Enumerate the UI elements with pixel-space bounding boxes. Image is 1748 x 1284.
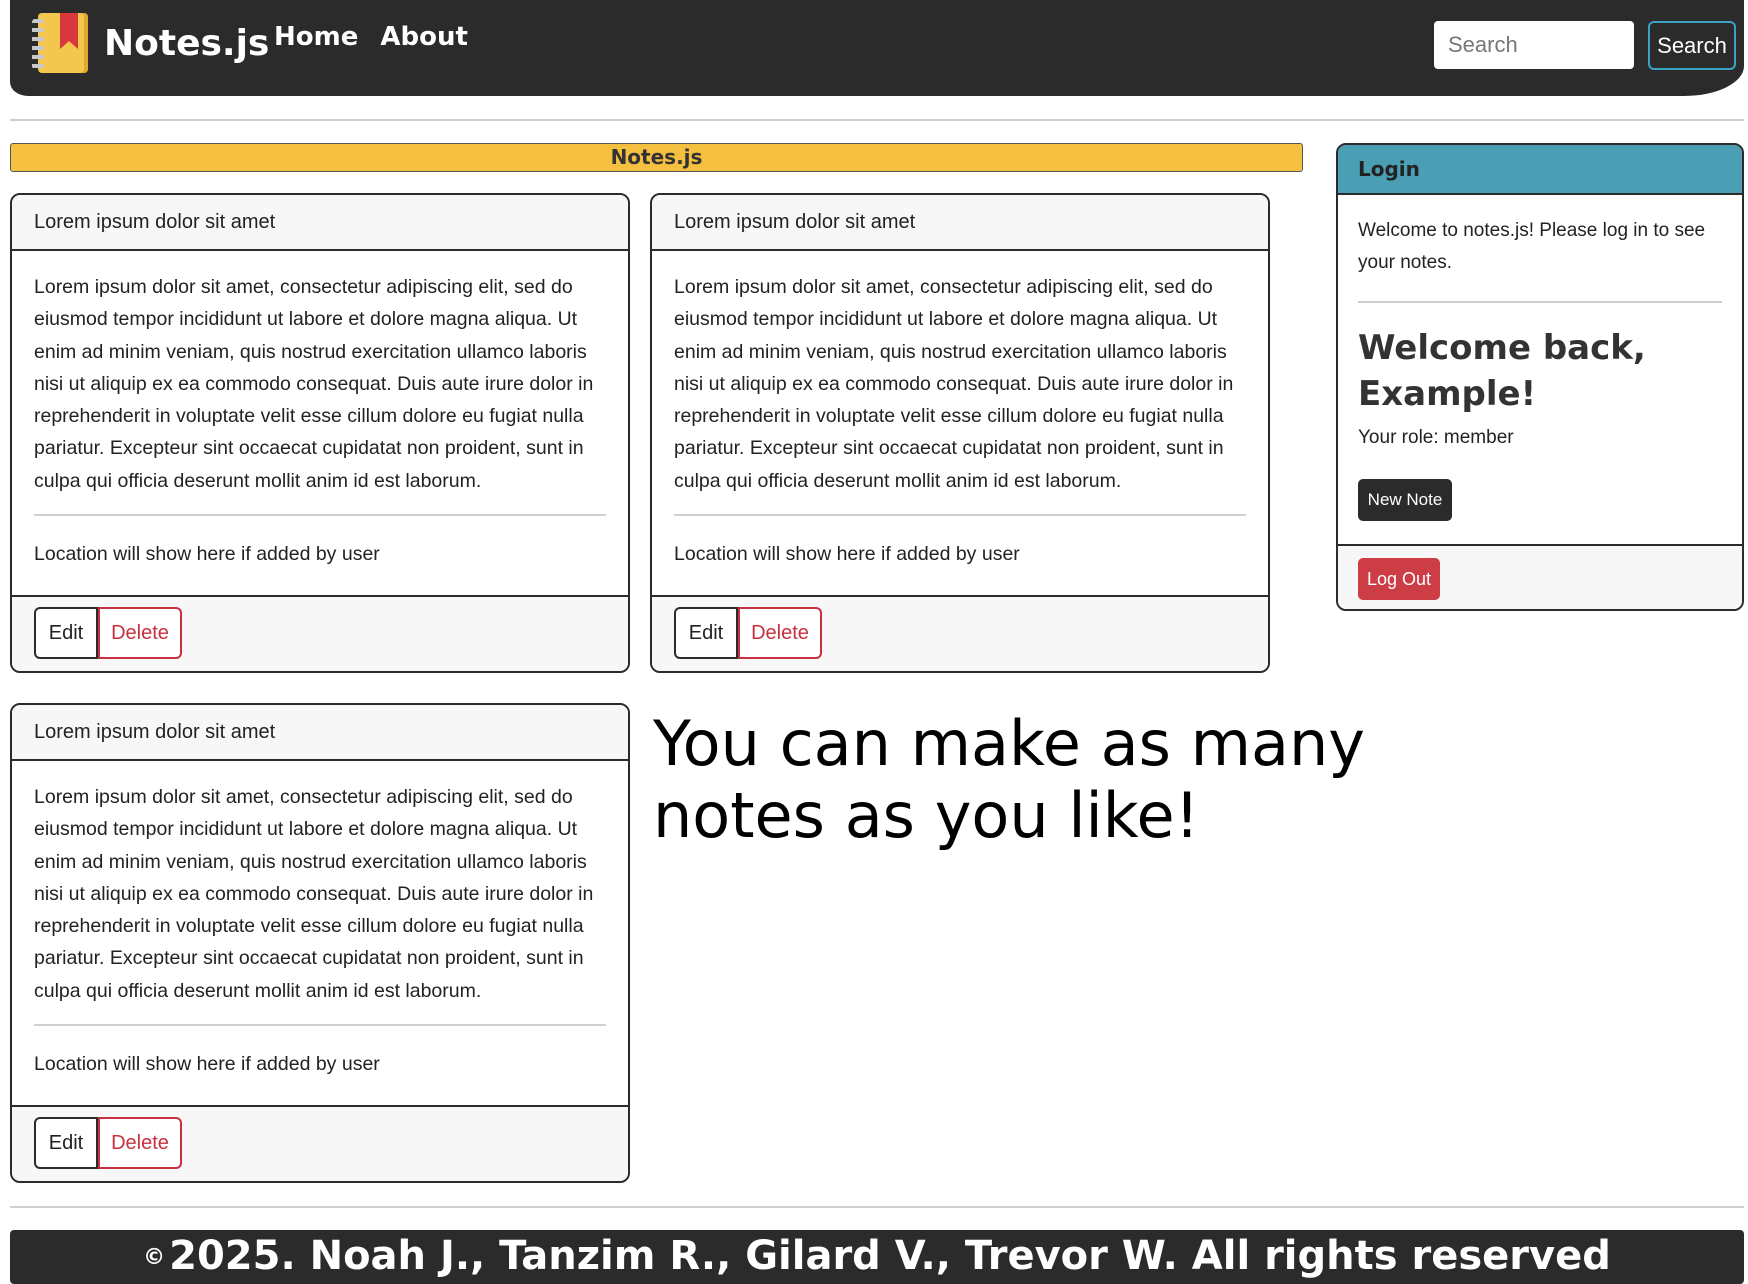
- note-text: Lorem ipsum dolor sit amet, consectetur …: [34, 276, 594, 492]
- promo-text: You can make as many notes as you like!: [653, 707, 1365, 852]
- note-location: Location will show here if added by user: [674, 543, 1020, 565]
- note-actions: Edit Delete: [652, 595, 1268, 671]
- copyright-icon: ©: [143, 1245, 166, 1270]
- note-card: Lorem ipsum dolor sit amet Lorem ipsum d…: [10, 703, 630, 1183]
- notebook-icon: [30, 11, 90, 75]
- edit-button[interactable]: Edit: [674, 607, 738, 659]
- bottom-divider: [10, 1206, 1744, 1208]
- login-footer: Log Out: [1338, 544, 1742, 609]
- brand[interactable]: Notes.js: [30, 10, 269, 76]
- note-text: Lorem ipsum dolor sit amet, consectetur …: [674, 276, 1234, 492]
- note-title: Lorem ipsum dolor sit amet: [12, 705, 628, 761]
- footer-text: 2025. Noah J., Tanzim R., Gilard V., Tre…: [169, 1233, 1611, 1279]
- login-body: Welcome to notes.js! Please log in to se…: [1338, 195, 1742, 544]
- delete-button[interactable]: Delete: [98, 1117, 182, 1169]
- welcome-back-heading: Welcome back, Example!: [1358, 328, 1646, 414]
- note-location: Location will show here if added by user: [34, 543, 380, 565]
- note-divider: [34, 514, 606, 516]
- note-card: Lorem ipsum dolor sit amet Lorem ipsum d…: [10, 193, 630, 673]
- delete-button[interactable]: Delete: [738, 607, 822, 659]
- note-actions: Edit Delete: [12, 595, 628, 671]
- nav-link-about[interactable]: About: [380, 22, 468, 52]
- login-welcome-text: Welcome to notes.js! Please log in to se…: [1358, 220, 1706, 273]
- edit-button[interactable]: Edit: [34, 1117, 98, 1169]
- note-actions: Edit Delete: [12, 1105, 628, 1181]
- new-note-button[interactable]: New Note: [1358, 479, 1452, 521]
- footer: © 2025. Noah J., Tanzim R., Gilard V., Tr…: [10, 1230, 1744, 1284]
- note-divider: [34, 1024, 606, 1026]
- page-banner: Notes.js: [10, 143, 1303, 172]
- login-header: Login: [1338, 145, 1742, 195]
- nav-link-home[interactable]: Home: [274, 22, 358, 52]
- top-divider: [10, 119, 1744, 121]
- search-input[interactable]: [1434, 21, 1634, 69]
- note-location: Location will show here if added by user: [34, 1053, 380, 1075]
- delete-button[interactable]: Delete: [98, 607, 182, 659]
- user-role: Your role: member: [1358, 427, 1514, 448]
- login-panel: Login Welcome to notes.js! Please log in…: [1336, 143, 1744, 611]
- note-title: Lorem ipsum dolor sit amet: [12, 195, 628, 251]
- login-divider: [1358, 301, 1722, 303]
- brand-name[interactable]: Notes.js: [104, 23, 269, 64]
- log-out-button[interactable]: Log Out: [1358, 558, 1440, 600]
- note-card: Lorem ipsum dolor sit amet Lorem ipsum d…: [650, 193, 1270, 673]
- nav-links: Home About: [274, 22, 468, 52]
- edit-button[interactable]: Edit: [34, 607, 98, 659]
- note-text: Lorem ipsum dolor sit amet, consectetur …: [34, 786, 594, 1002]
- navbar: Notes.js Home About Search: [10, 0, 1744, 96]
- note-title: Lorem ipsum dolor sit amet: [652, 195, 1268, 251]
- note-body: Lorem ipsum dolor sit amet, consectetur …: [652, 251, 1268, 595]
- note-body: Lorem ipsum dolor sit amet, consectetur …: [12, 761, 628, 1105]
- note-divider: [674, 514, 1246, 516]
- search-button[interactable]: Search: [1648, 21, 1736, 70]
- note-body: Lorem ipsum dolor sit amet, consectetur …: [12, 251, 628, 595]
